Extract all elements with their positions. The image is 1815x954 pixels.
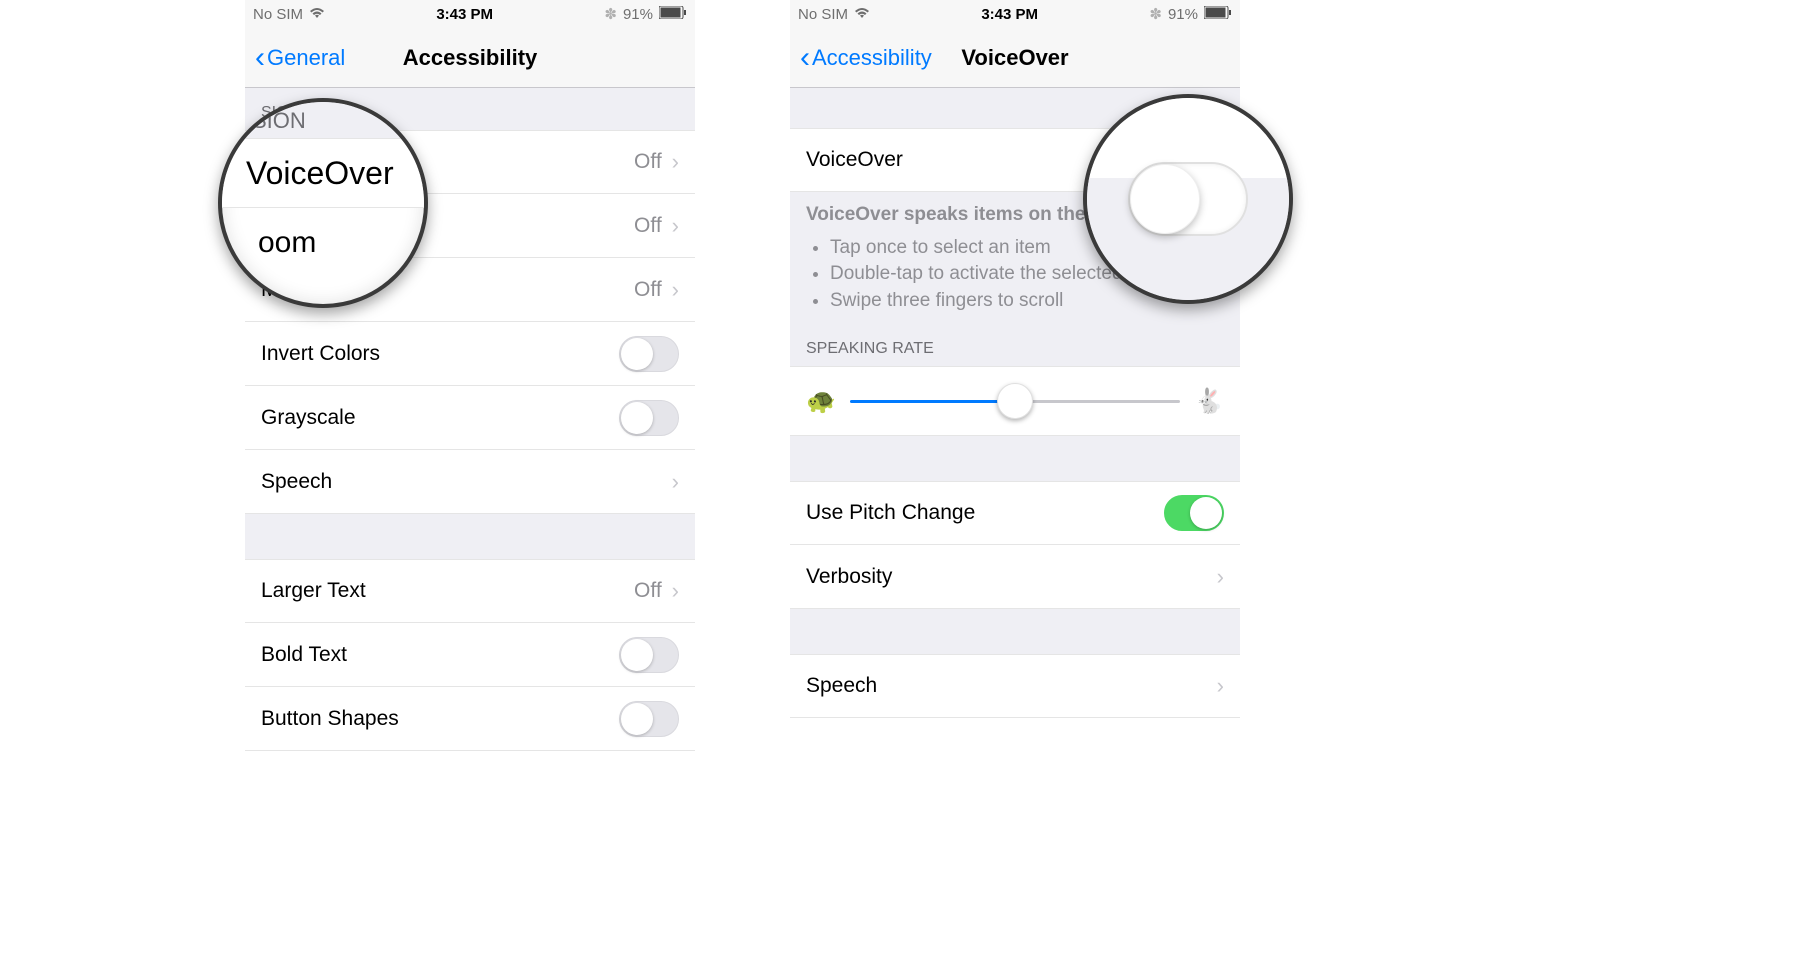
back-chevron-icon: ‹: [255, 43, 265, 73]
grayscale-toggle[interactable]: [619, 400, 679, 436]
battery-text: 91%: [1168, 6, 1198, 23]
row-value-text: Off: [634, 150, 662, 174]
zoom-callout-voiceover-toggle: [1083, 94, 1293, 304]
status-bar: No SIM 3:43 PM ✽ 91%: [790, 0, 1240, 28]
zoom-row-voiceover[interactable]: VoiceOver: [222, 138, 424, 208]
carrier-text: No SIM: [253, 6, 303, 23]
chevron-right-icon: ›: [672, 277, 679, 303]
chevron-right-icon: ›: [672, 149, 679, 175]
row-label: VoiceOver: [806, 148, 903, 172]
page-title: Accessibility: [403, 45, 538, 71]
settings-group-speech: Speech ›: [790, 654, 1240, 718]
row-button-shapes: Button Shapes: [245, 687, 695, 751]
row-value-text: Off: [634, 214, 662, 238]
row-verbosity[interactable]: Verbosity ›: [790, 545, 1240, 609]
clock: 3:43 PM: [981, 6, 1038, 23]
wifi-icon: [854, 6, 870, 23]
navbar: ‹ Accessibility VoiceOver: [790, 28, 1240, 88]
row-label: Button Shapes: [261, 707, 399, 731]
speaking-rate-slider-row: 🐢 🐇: [790, 366, 1240, 436]
row-label: Bold Text: [261, 643, 347, 667]
battery-icon: [1204, 6, 1232, 23]
row-label: Larger Text: [261, 579, 366, 603]
row-grayscale: Grayscale: [245, 386, 695, 450]
row-label: Speech: [806, 674, 877, 698]
zoom-voiceover-toggle[interactable]: [1128, 162, 1248, 236]
row-speech[interactable]: Speech ›: [245, 450, 695, 514]
slider-thumb[interactable]: [997, 383, 1033, 419]
button-shapes-toggle[interactable]: [619, 701, 679, 737]
row-label: Speech: [261, 470, 332, 494]
row-label: Grayscale: [261, 406, 356, 430]
chevron-right-icon: ›: [1217, 673, 1224, 699]
page-title: VoiceOver: [961, 45, 1068, 71]
hare-icon: 🐇: [1194, 387, 1224, 416]
back-button[interactable]: ‹ General: [255, 43, 345, 73]
row-bold-text: Bold Text: [245, 623, 695, 687]
status-bar: No SIM 3:43 PM ✽ 91%: [245, 0, 695, 28]
row-value-text: Off: [634, 579, 662, 603]
row-label: Use Pitch Change: [806, 501, 975, 525]
wifi-icon: [309, 6, 325, 23]
tortoise-icon: 🐢: [806, 387, 836, 416]
row-value-text: Off: [634, 278, 662, 302]
chevron-right-icon: ›: [672, 578, 679, 604]
chevron-right-icon: ›: [1217, 564, 1224, 590]
zoom-section-header: SION: [222, 102, 424, 138]
battery-icon: [659, 6, 687, 23]
settings-group-text: Larger Text Off › Bold Text Button Shape…: [245, 559, 695, 751]
navbar: ‹ General Accessibility: [245, 28, 695, 88]
back-chevron-icon: ‹: [800, 43, 810, 73]
row-larger-text[interactable]: Larger Text Off ›: [245, 559, 695, 623]
bluetooth-icon: ✽: [604, 5, 617, 23]
speaking-rate-slider[interactable]: [850, 400, 1180, 403]
zoom-partial-row: oom: [222, 208, 424, 278]
invert-colors-toggle[interactable]: [619, 336, 679, 372]
row-use-pitch-change: Use Pitch Change: [790, 481, 1240, 545]
clock: 3:43 PM: [436, 6, 493, 23]
chevron-right-icon: ›: [672, 213, 679, 239]
back-button[interactable]: ‹ Accessibility: [800, 43, 932, 73]
row-label: Verbosity: [806, 565, 892, 589]
battery-text: 91%: [623, 6, 653, 23]
bluetooth-icon: ✽: [1149, 5, 1162, 23]
use-pitch-change-toggle[interactable]: [1164, 495, 1224, 531]
row-speech[interactable]: Speech ›: [790, 654, 1240, 718]
back-label: General: [267, 45, 345, 71]
row-invert-colors: Invert Colors: [245, 322, 695, 386]
back-label: Accessibility: [812, 45, 932, 71]
chevron-right-icon: ›: [672, 469, 679, 495]
zoom-callout-voiceover-row: SION VoiceOver oom: [218, 98, 428, 308]
section-header-speaking-rate: SPEAKING RATE: [790, 330, 1240, 366]
carrier-text: No SIM: [798, 6, 848, 23]
settings-group-pitch: Use Pitch Change Verbosity ›: [790, 481, 1240, 609]
bold-text-toggle[interactable]: [619, 637, 679, 673]
row-label: Invert Colors: [261, 342, 380, 366]
